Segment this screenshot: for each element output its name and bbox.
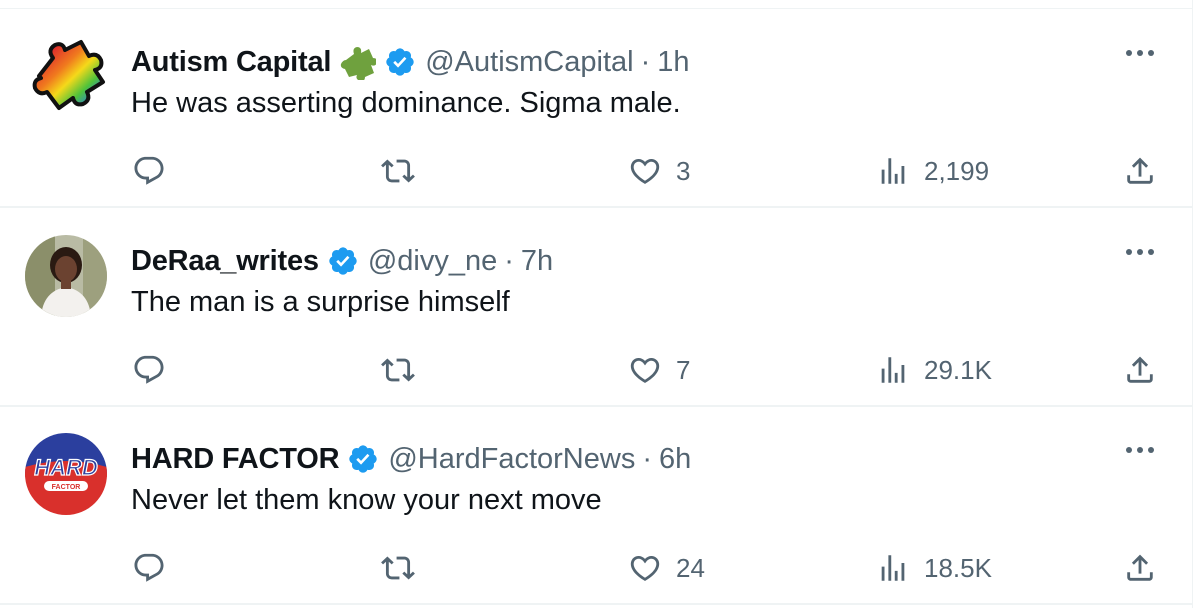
tweet-3[interactable]: HARD FACTOR HARD FACTOR @HardFactorNews … <box>0 406 1193 605</box>
logo-text: HARD <box>34 455 98 480</box>
view-count: 18.5K <box>924 552 992 583</box>
reply-button[interactable] <box>132 346 166 394</box>
heart-icon <box>630 357 660 383</box>
like-count: 24 <box>676 552 705 583</box>
verified-badge-icon <box>327 245 359 277</box>
more-options-icon[interactable] <box>1124 245 1156 259</box>
logo-subtext: FACTOR <box>52 484 81 491</box>
retweet-icon <box>381 556 415 580</box>
retweet-button[interactable] <box>381 544 415 592</box>
like-button[interactable]: 3 <box>628 147 690 195</box>
verified-badge-icon <box>384 46 416 78</box>
display-name[interactable]: HARD FACTOR <box>131 443 340 476</box>
timestamp[interactable]: 6h <box>659 443 691 476</box>
share-button[interactable] <box>1123 346 1157 394</box>
view-count: 2,199 <box>924 155 990 186</box>
reply-button[interactable] <box>132 544 166 592</box>
avatar-profile-photo[interactable] <box>25 235 107 317</box>
views-button[interactable]: 2,199 <box>876 147 989 195</box>
more-options-icon[interactable] <box>1124 443 1156 457</box>
tweet-header: DeRaa_writes @divy_ne · 7h <box>131 238 553 284</box>
heart-icon <box>630 158 660 184</box>
reply-icon <box>134 355 164 384</box>
like-button[interactable]: 7 <box>628 346 690 394</box>
tweet-text: Never let them know your next move <box>131 484 602 516</box>
views-chart-icon <box>881 158 905 184</box>
views-button[interactable]: 29.1K <box>876 346 992 394</box>
heart-icon <box>630 555 660 581</box>
verified-badge-icon <box>347 443 379 475</box>
like-count: 3 <box>676 155 691 186</box>
reply-button[interactable] <box>132 147 166 195</box>
retweet-icon <box>381 358 415 382</box>
tweet-header: Autism Capital @AutismCapital · 1h <box>131 39 690 85</box>
user-handle[interactable]: @HardFactorNews <box>388 443 635 476</box>
avatar-puzzle-piece-icon[interactable] <box>25 36 107 118</box>
reply-icon <box>134 553 164 582</box>
separator-dot: · <box>642 442 652 475</box>
tweet-text: He was asserting dominance. Sigma male. <box>131 87 681 119</box>
user-handle[interactable]: @AutismCapital <box>425 46 633 79</box>
retweet-button[interactable] <box>381 147 415 195</box>
more-options-icon[interactable] <box>1124 46 1156 60</box>
user-handle[interactable]: @divy_ne <box>368 245 497 278</box>
retweet-icon <box>381 159 415 183</box>
tweet-actions: 3 2,199 <box>0 147 1193 195</box>
separator-dot: · <box>640 45 651 78</box>
display-name[interactable]: Autism Capital <box>131 46 331 79</box>
share-icon <box>1127 356 1153 383</box>
display-name[interactable]: DeRaa_writes <box>131 245 319 278</box>
tweet-1[interactable]: Autism Capital @AutismCapital · 1h He wa… <box>0 9 1193 208</box>
like-count: 7 <box>676 354 691 385</box>
tweet-actions: 7 29.1K <box>0 346 1193 394</box>
tweet-2[interactable]: DeRaa_writes @divy_ne · 7h The man is a … <box>0 208 1193 407</box>
reply-icon <box>134 156 164 185</box>
share-button[interactable] <box>1123 544 1157 592</box>
tweet-actions: 24 18.5K <box>0 544 1193 592</box>
separator-dot: · <box>504 244 514 277</box>
views-chart-icon <box>881 555 905 581</box>
share-button[interactable] <box>1123 147 1157 195</box>
view-count: 29.1K <box>924 354 992 385</box>
share-icon <box>1127 554 1153 581</box>
tweet-header: HARD FACTOR @HardFactorNews · 6h <box>131 436 691 482</box>
avatar-hard-factor-logo[interactable]: HARD FACTOR <box>25 433 107 515</box>
views-chart-icon <box>881 357 905 383</box>
green-puzzle-emoji-icon <box>340 44 378 82</box>
timestamp[interactable]: 7h <box>521 245 553 278</box>
like-button[interactable]: 24 <box>628 544 705 592</box>
share-icon <box>1127 157 1153 184</box>
tweet-text: The man is a surprise himself <box>131 286 510 318</box>
timestamp[interactable]: 1h <box>657 46 689 79</box>
retweet-button[interactable] <box>381 346 415 394</box>
views-button[interactable]: 18.5K <box>876 544 992 592</box>
